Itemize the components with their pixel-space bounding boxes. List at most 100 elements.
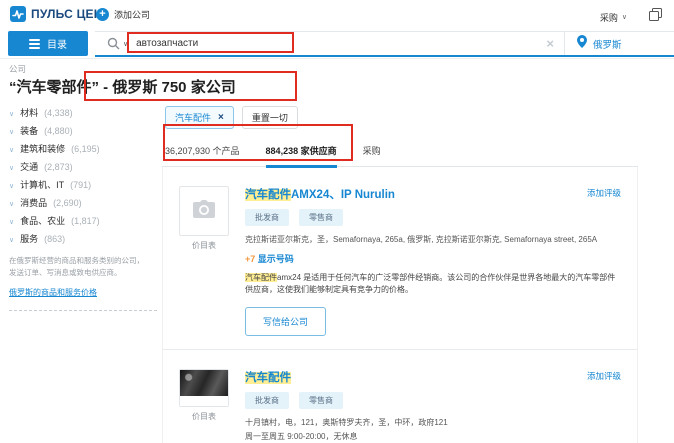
phone-prefix: +7 (245, 254, 256, 264)
search-icon[interactable] (107, 37, 120, 50)
badge-retailer: 零售商 (299, 391, 343, 409)
filter-chip-label: 汽车配件 (175, 113, 212, 123)
search-input[interactable] (136, 38, 537, 49)
category-count: (791) (70, 180, 92, 191)
description-rest: amx24 是适用于任何汽车的广泛零部件经销商。该公司的合作伙伴是世界各地最大的… (245, 273, 616, 295)
clear-search-icon[interactable]: × (546, 36, 554, 51)
camera-icon (192, 199, 216, 224)
phone-label: 显示号码 (257, 254, 294, 264)
show-phone-link[interactable]: +7 显示号码 (245, 252, 621, 265)
company-title-link[interactable]: 汽车配件AMX24、IP Nurulin (245, 186, 621, 202)
sidebar-item-computers-it[interactable]: ∨ 计算机、IT (791) (9, 180, 161, 191)
working-hours: 周一至周五 9:00-20:00，无休息 周六 10:00-19:00，无休息 … (245, 430, 621, 443)
chevron-down-icon: ∨ (9, 237, 15, 245)
title-highlight: 汽车配件 (245, 371, 291, 384)
company-thumbnail[interactable] (179, 186, 229, 236)
multi-window-icon[interactable] (649, 8, 662, 26)
company-badges: 批发商 零售商 (245, 209, 621, 226)
write-company-button[interactable]: 写信给公司 (245, 306, 327, 336)
category-count: (4,338) (44, 108, 73, 118)
result-tabs: 36,207,930 个产品 884,238 家供应商 采购 (162, 138, 638, 168)
category-label: 服务 (20, 234, 39, 245)
sidebar-item-transport[interactable]: ∨ 交通 (2,873) (9, 162, 161, 173)
plus-icon: + (96, 8, 109, 21)
tab-procurement[interactable]: 采购 (363, 138, 381, 168)
search-type-chevron-icon[interactable]: ∨ (123, 40, 128, 48)
chevron-down-icon: ∨ (9, 129, 15, 137)
company-address: 克拉斯诺亚尔斯克，圣，Semafornaya, 265a, 俄罗斯, 克拉斯诺亚… (245, 235, 598, 244)
add-review-link[interactable]: 添加评级 (587, 370, 621, 382)
company-badges: 批发商 零售商 (245, 391, 621, 409)
reset-filters-chip[interactable]: 重置一切 (241, 106, 298, 129)
logo-text: ПУЛЬС ЦЕН (31, 7, 103, 21)
price-list-link[interactable]: 价目表 (179, 240, 229, 251)
prices-link[interactable]: 俄罗斯的商品和服务价格 (9, 287, 97, 298)
header-divider (0, 58, 674, 59)
tab-suppliers[interactable]: 884,238 家供应商 (265, 138, 337, 168)
price-list-link[interactable]: 价目表 (179, 411, 229, 422)
reset-chip-label: 重置一切 (251, 113, 288, 123)
chip-close-icon[interactable]: × (218, 112, 224, 123)
chevron-down-icon: ∨ (9, 165, 15, 173)
add-review-link[interactable]: 添加评级 (587, 187, 621, 199)
sidebar-dashed-divider (9, 309, 157, 311)
logo[interactable]: ПУЛЬС ЦЕН (10, 6, 103, 22)
category-label: 食品、农业 (20, 216, 66, 227)
thumb-column: 价目表 (179, 186, 229, 336)
sidebar-item-construction[interactable]: ∨ 建筑和装修 (6,195) (9, 144, 161, 155)
thumb-column: 价目表 (179, 368, 229, 443)
sidebar-item-materials[interactable]: ∨ 材料 (4,338) (9, 108, 161, 119)
sidebar-item-services[interactable]: ∨ 服务 (863) (9, 234, 161, 245)
procurement-label: 采购 (599, 12, 618, 23)
description-highlight: 汽车配件 (245, 273, 277, 282)
chevron-down-icon: ∨ (9, 147, 15, 155)
pulse-logo-icon (10, 6, 26, 22)
top-header: ПУЛЬС ЦЕН + 添加公司 采购 ∨ (0, 0, 674, 30)
badge-retailer: 零售商 (299, 209, 343, 226)
active-filters: 汽车配件 × 重置一切 (162, 106, 638, 129)
sidebar-item-food-agriculture[interactable]: ∨ 食品、农业 (1,817) (9, 216, 161, 227)
category-count: (2,873) (44, 162, 73, 173)
category-sidebar: ∨ 材料 (4,338) ∨ 装备 (4,880) ∨ 建筑和装修 (6,195… (9, 108, 161, 311)
procurement-menu[interactable]: 采购 ∨ (600, 11, 627, 24)
pulscen-supplier-search-page: ПУЛЬС ЦЕН + 添加公司 采购 ∨ 目录 ∨ автозапчасти … (0, 0, 674, 443)
location-label: 俄罗斯 (593, 39, 622, 51)
badge-wholesaler: 批发商 (245, 209, 289, 226)
company-description: 汽车配件amx24 是适用于任何汽车的广泛零部件经销商。该公司的合作伙伴是世界各… (245, 272, 621, 297)
category-count: (4,880) (44, 126, 73, 137)
category-label: 装备 (20, 126, 39, 137)
catalog-button[interactable]: 目录 (8, 31, 88, 56)
category-label: 建筑和装修 (20, 144, 66, 155)
location-selector[interactable]: 俄罗斯 (564, 32, 674, 55)
company-card-body: 汽车配件 批发商 零售商 十月镇村，电，121，奥斯特罗夫齐，圣，中环，政府12… (245, 369, 621, 443)
sidebar-item-consumer-goods[interactable]: ∨ 消费品 (2,690) (9, 198, 161, 209)
results-list: 价目表 汽车配件AMX24、IP Nurulin 批发商 零售商 克拉斯诺亚尔斯… (162, 167, 638, 443)
hours-weekdays: 周一至周五 9:00-20:00，无休息 (245, 431, 358, 441)
location-pin-icon (577, 34, 587, 53)
chevron-down-icon: ∨ (621, 14, 627, 21)
chevron-down-icon: ∨ (9, 183, 15, 191)
chevron-down-icon: ∨ (9, 219, 15, 227)
category-label: 材料 (20, 108, 39, 118)
search-row: 目录 ∨ × 俄罗斯 (8, 31, 674, 57)
tab-products[interactable]: 36,207,930 个产品 (165, 138, 240, 168)
breadcrumb[interactable]: 公司 (9, 63, 26, 75)
company-card: 价目表 汽车配件 批发商 零售商 十月镇村，电，121，奥斯特罗夫齐，圣，中环，… (163, 348, 637, 443)
category-count: (6,195) (71, 144, 100, 155)
search-bar: ∨ × 俄罗斯 (95, 31, 674, 57)
company-address: 十月镇村，电，121，奥斯特罗夫齐，圣，中环，政府121 (245, 417, 448, 427)
badge-wholesaler: 批发商 (245, 391, 289, 409)
add-company-button[interactable]: + 添加公司 (96, 8, 150, 21)
company-title-link[interactable]: 汽车配件 (245, 369, 621, 385)
page-title: “汽车零部件” - 俄罗斯 750 家公司 (9, 79, 236, 96)
company-photo (180, 369, 228, 396)
filter-chip-auto-parts[interactable]: 汽车配件 × (165, 106, 234, 129)
category-label: 计算机、IT (20, 180, 65, 191)
photo-padding (180, 395, 228, 406)
title-highlight: 汽车配件 (245, 189, 291, 201)
chevron-down-icon: ∨ (9, 111, 15, 118)
company-thumbnail[interactable] (179, 368, 229, 407)
sidebar-item-equipment[interactable]: ∨ 装备 (4,880) (9, 126, 161, 137)
category-count: (863) (44, 234, 66, 245)
category-label: 消费品 (20, 198, 48, 209)
